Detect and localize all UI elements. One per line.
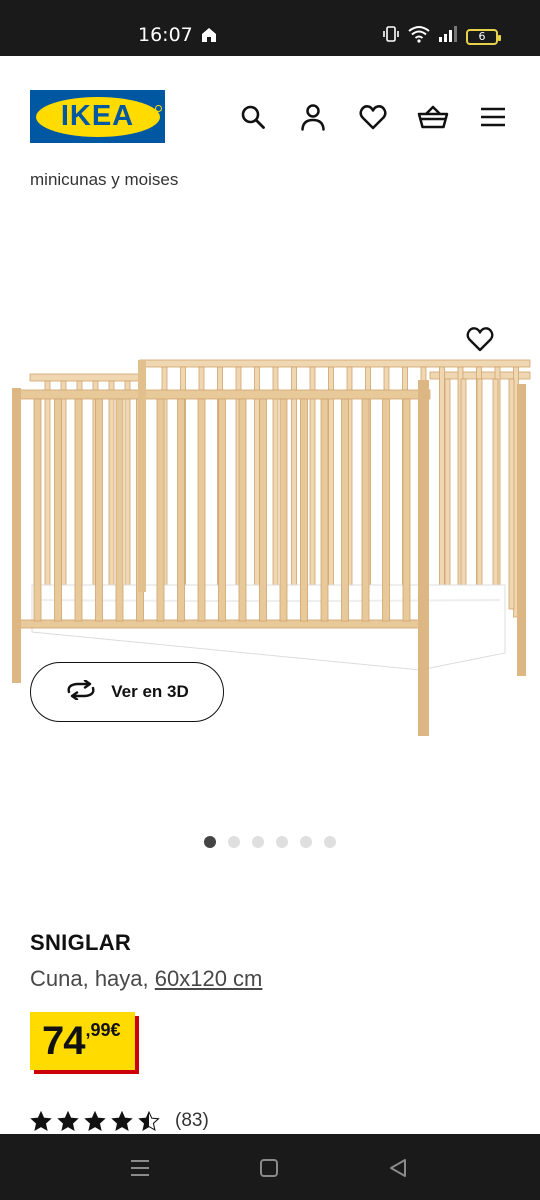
crib-front-slat (156, 398, 165, 622)
status-time: 16:07 (138, 24, 193, 46)
crib-front-slat (54, 398, 62, 622)
view-3d-button[interactable]: Ver en 3D (30, 662, 224, 722)
crib-post (517, 384, 526, 676)
logo-oval: IKEA (35, 96, 160, 137)
header-nav (236, 100, 510, 134)
status-icons: 6 (382, 25, 501, 48)
home-icon (199, 25, 219, 50)
price-integer: 74 (42, 1019, 85, 1063)
crib-back-slat (291, 366, 297, 618)
vibrate-icon (382, 25, 400, 48)
crib-side-slat (108, 380, 115, 612)
crib-back-rail (139, 359, 531, 368)
home-square-icon[interactable] (257, 1156, 281, 1180)
crib-side-slat (476, 378, 483, 610)
crib-post (418, 380, 429, 736)
rotate-3d-icon (65, 678, 97, 705)
ikea-logo[interactable]: IKEA (30, 90, 165, 143)
star-icon (57, 1111, 79, 1131)
breadcrumb[interactable]: minicunas y moises (30, 170, 178, 190)
battery-icon: 6 (466, 28, 501, 45)
crib-back-slat (272, 366, 279, 618)
carousel-dot[interactable] (252, 836, 264, 848)
star-icon (111, 1111, 133, 1131)
site-header: IKEA (0, 56, 540, 180)
crib-front-slat (279, 398, 288, 622)
crib-side-slat (460, 378, 467, 610)
crib-front-slat (320, 398, 329, 622)
rating-count: (83) (175, 1110, 209, 1131)
heart-icon[interactable] (356, 100, 390, 134)
crib-back-slat (439, 366, 445, 618)
basket-icon[interactable] (416, 100, 450, 134)
crib-front-slat (115, 398, 124, 622)
carousel-dot[interactable] (204, 836, 216, 848)
carousel-dot[interactable] (228, 836, 240, 848)
rating-stars (30, 1111, 160, 1131)
star-icon (138, 1111, 160, 1131)
carousel-dot[interactable] (276, 836, 288, 848)
crib-post (12, 388, 21, 683)
crib-side-slat (44, 380, 51, 612)
product-name[interactable]: SNIGLAR (30, 930, 131, 956)
crib-front-slat (259, 398, 267, 622)
crib-front-slat (300, 398, 308, 622)
crib-front-slat (197, 398, 206, 622)
product-description: Cuna, haya, 60x120 cm (30, 966, 262, 992)
carousel-dot[interactable] (300, 836, 312, 848)
logo-text: IKEA (60, 100, 135, 132)
crib-front-slat (341, 398, 349, 622)
product-gallery[interactable]: Ver en 3D (0, 200, 540, 820)
crib-front-slat (33, 398, 42, 622)
back-icon[interactable] (386, 1156, 410, 1180)
product-size-link[interactable]: 60x120 cm (155, 966, 263, 991)
search-icon[interactable] (236, 100, 270, 134)
view-3d-label: Ver en 3D (111, 682, 189, 701)
crib-side-slat (124, 380, 131, 612)
crib-post (138, 360, 146, 592)
crib-side-rail (29, 373, 146, 382)
price-tag: 74 ,99€ (30, 1012, 135, 1070)
star-icon (30, 1111, 52, 1131)
crib-front-slat (361, 398, 370, 622)
product-rating[interactable]: (83) (30, 1110, 209, 1132)
crib-back-slat (309, 366, 316, 618)
signal-icon (438, 26, 458, 47)
status-bar: 16:07 6 (0, 0, 540, 56)
product-type: Cuna, haya, (30, 966, 149, 991)
crib-front-slat (238, 398, 247, 622)
user-icon[interactable] (296, 100, 330, 134)
crib-side-slat (508, 378, 515, 610)
wifi-icon (408, 25, 430, 48)
star-icon (84, 1111, 106, 1131)
crib-side-slat (492, 378, 499, 610)
crib-front-slat (95, 398, 103, 622)
menu-icon[interactable] (476, 100, 510, 134)
registered-mark (155, 105, 162, 112)
price-decimal: ,99€ (85, 1020, 121, 1040)
crib-front-slat (402, 398, 411, 622)
crib-front-slat (177, 398, 185, 622)
crib-front-slat (218, 398, 226, 622)
crib-side-slat (444, 378, 451, 610)
crib-front-slat (74, 398, 83, 622)
crib-front-top-rail (14, 389, 431, 400)
carousel-dots (0, 836, 540, 848)
carousel-dot[interactable] (324, 836, 336, 848)
crib-back-slat (328, 366, 334, 618)
crib-front-slat (382, 398, 390, 622)
system-nav-bar (0, 1134, 540, 1200)
battery-level: 6 (478, 30, 486, 43)
recent-apps-icon[interactable] (128, 1156, 152, 1180)
crib-back-slat (254, 366, 260, 618)
